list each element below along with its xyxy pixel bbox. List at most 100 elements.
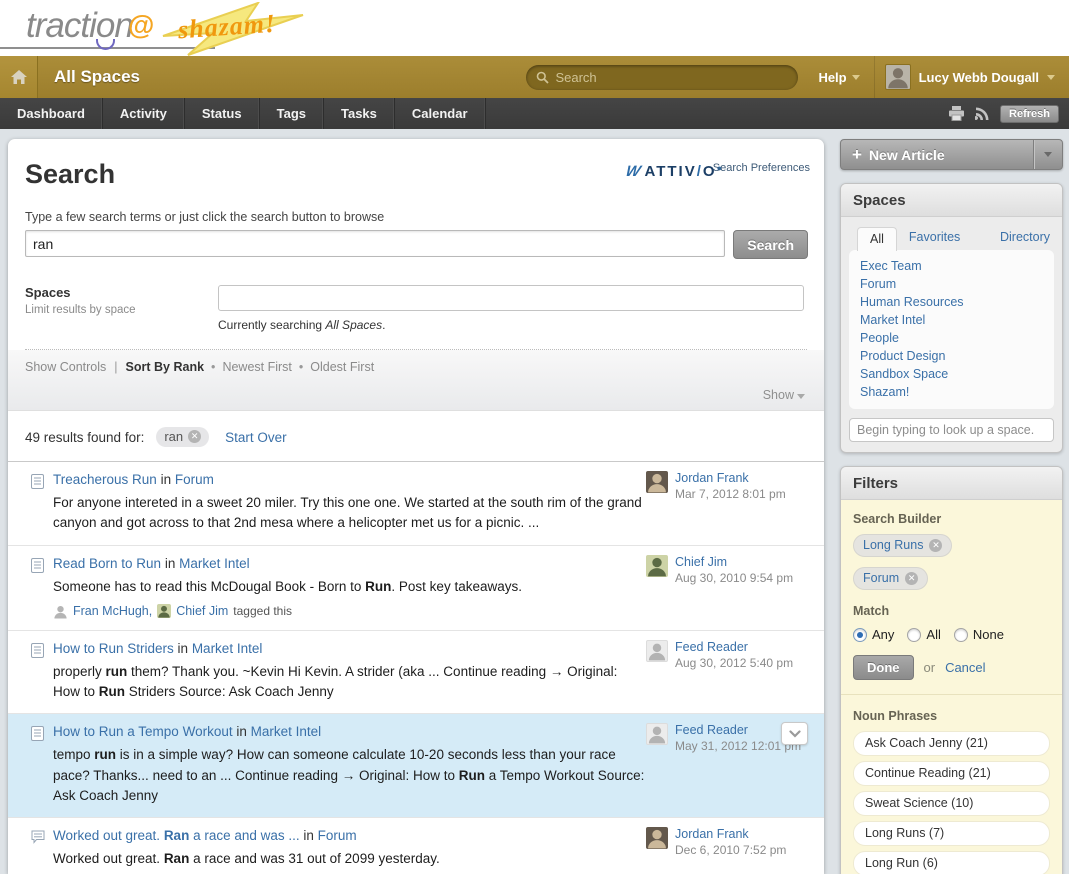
search-term-pill[interactable]: ran✕: [156, 427, 209, 447]
space-link-product-design[interactable]: Product Design: [849, 347, 1054, 365]
space-link-shazam-[interactable]: Shazam!: [849, 383, 1054, 401]
space-lookup-input[interactable]: [849, 418, 1054, 442]
tab-directory[interactable]: Directory: [1000, 226, 1050, 250]
noun-phrase-pill[interactable]: Sweat Science (10): [853, 791, 1050, 816]
radio-any[interactable]: [853, 628, 867, 642]
remove-filter-icon[interactable]: ✕: [929, 539, 942, 552]
results-count: 49 results found for:: [25, 430, 144, 445]
expand-row-button[interactable]: [781, 722, 808, 745]
search-hint: Type a few search terms or just click th…: [25, 210, 808, 224]
text-segment: run: [106, 664, 128, 679]
newest-first-link[interactable]: Newest First: [222, 360, 291, 374]
nav-tab-tags[interactable]: Tags: [260, 98, 324, 129]
comment-icon: [31, 830, 45, 849]
noun-phrase-pill[interactable]: Long Run (6): [853, 851, 1050, 874]
header-search-box[interactable]: [526, 65, 798, 90]
author-link[interactable]: Jordan Frank: [675, 471, 786, 485]
help-menu[interactable]: Help: [798, 56, 873, 98]
space-link-forum[interactable]: Forum: [849, 275, 1054, 293]
filter-pill[interactable]: Forum✕: [853, 567, 928, 590]
match-option-any[interactable]: Any: [853, 627, 894, 642]
nav-tab-activity[interactable]: Activity: [103, 98, 185, 129]
traction-logo: traction: [26, 6, 133, 46]
tagged-by-link[interactable]: Chief Jim: [176, 604, 228, 618]
search-preferences-link[interactable]: Search Preferences: [713, 162, 810, 174]
header-search-input[interactable]: [555, 70, 775, 85]
result-main: How to Run Striders in Market Intelprope…: [53, 641, 645, 703]
nav-tab-tasks[interactable]: Tasks: [324, 98, 395, 129]
result-author: Jordan FrankMar 7, 2012 8:01 pm: [646, 471, 816, 501]
author-link[interactable]: Chief Jim: [675, 555, 793, 569]
done-button[interactable]: Done: [853, 655, 914, 680]
filter-pill[interactable]: Long Runs✕: [853, 534, 952, 557]
search-query-input[interactable]: [25, 230, 725, 257]
home-button[interactable]: [0, 56, 38, 98]
sidebar: + New Article Spaces All Favorites Direc…: [840, 139, 1063, 874]
show-toggle[interactable]: Show: [25, 374, 807, 404]
in-label: in: [161, 556, 179, 571]
limit-by-space-input[interactable]: [218, 285, 804, 311]
result-date: Aug 30, 2012 5:40 pm: [675, 656, 793, 670]
logo-at-symbol: @: [128, 10, 154, 41]
result-space-link[interactable]: Forum: [318, 828, 357, 843]
sort-by-rank-link[interactable]: Sort By Rank: [126, 360, 205, 374]
result-space-link[interactable]: Forum: [175, 472, 214, 487]
result-title-link[interactable]: How to Run a Tempo Workout: [53, 724, 233, 739]
result-title-link[interactable]: Treacherous Run: [53, 472, 157, 487]
result-title-link[interactable]: Worked out great. Ran a race and was ...: [53, 828, 300, 843]
tab-favorites[interactable]: Favorites: [897, 226, 972, 250]
in-label: in: [233, 724, 251, 739]
home-icon: [10, 69, 28, 85]
new-article-dropdown[interactable]: [1033, 140, 1062, 169]
remove-term-icon[interactable]: ✕: [188, 430, 201, 443]
currently-scope: All Spaces: [325, 318, 382, 332]
tab-all[interactable]: All: [857, 227, 897, 251]
spaces-label: Spaces: [25, 285, 218, 300]
nav-tab-dashboard[interactable]: Dashboard: [0, 98, 103, 129]
user-menu[interactable]: Lucy Webb Dougall: [874, 56, 1069, 98]
chevron-down-icon: [852, 75, 860, 80]
match-option-all[interactable]: All: [907, 627, 940, 642]
oldest-first-link[interactable]: Oldest First: [310, 360, 374, 374]
tagline-text: tagged this: [233, 604, 292, 618]
author-link[interactable]: Feed Reader: [675, 640, 793, 654]
refresh-button[interactable]: Refresh: [1000, 105, 1059, 123]
space-link-market-intel[interactable]: Market Intel: [849, 311, 1054, 329]
radio-all[interactable]: [907, 628, 921, 642]
author-link[interactable]: Jordan Frank: [675, 827, 786, 841]
result-title: Worked out great. Ran a race and was ...…: [53, 828, 645, 843]
space-link-human-resources[interactable]: Human Resources: [849, 293, 1054, 311]
noun-phrases-list: Ask Coach Jenny (21) Continue Reading (21…: [853, 731, 1050, 874]
nav-tab-status[interactable]: Status: [185, 98, 260, 129]
result-space-link[interactable]: Market Intel: [192, 641, 263, 656]
result-title-link[interactable]: Read Born to Run: [53, 556, 161, 571]
print-icon[interactable]: [948, 106, 965, 121]
currently-suffix: .: [382, 318, 385, 332]
tagged-by-link[interactable]: Fran McHugh,: [73, 604, 152, 618]
nav-tab-calendar[interactable]: Calendar: [395, 98, 486, 129]
attivio-w: W: [624, 163, 644, 180]
noun-phrase-pill[interactable]: Continue Reading (21): [853, 761, 1050, 786]
noun-phrase-pill[interactable]: Long Runs (7): [853, 821, 1050, 846]
result-row: How to Run Striders in Market Intelprope…: [8, 630, 824, 714]
remove-filter-icon[interactable]: ✕: [905, 572, 918, 585]
noun-phrase-pill[interactable]: Ask Coach Jenny (21): [853, 731, 1050, 756]
new-article-button[interactable]: + New Article: [840, 139, 1063, 170]
space-link-people[interactable]: People: [849, 329, 1054, 347]
cancel-link[interactable]: Cancel: [945, 660, 985, 675]
match-option-none[interactable]: None: [954, 627, 1004, 642]
text-segment: Worked out great.: [53, 851, 164, 866]
start-over-link[interactable]: Start Over: [225, 430, 287, 445]
spaces-tabs: All Favorites Directory: [841, 217, 1062, 250]
result-space-link[interactable]: Market Intel: [179, 556, 250, 571]
result-snippet: Someone has to read this McDougal Book -…: [53, 577, 645, 597]
result-space-link[interactable]: Market Intel: [251, 724, 322, 739]
show-controls-link[interactable]: Show Controls: [25, 360, 106, 374]
result-title-link[interactable]: How to Run Striders: [53, 641, 174, 656]
radio-none[interactable]: [954, 628, 968, 642]
rss-icon[interactable]: [975, 106, 990, 121]
controls-band: Show Controls Sort By Rank Newest First Old…: [8, 350, 824, 411]
search-button[interactable]: Search: [733, 230, 808, 259]
space-link-exec-team[interactable]: Exec Team: [849, 257, 1054, 275]
space-link-sandbox-space[interactable]: Sandbox Space: [849, 365, 1054, 383]
